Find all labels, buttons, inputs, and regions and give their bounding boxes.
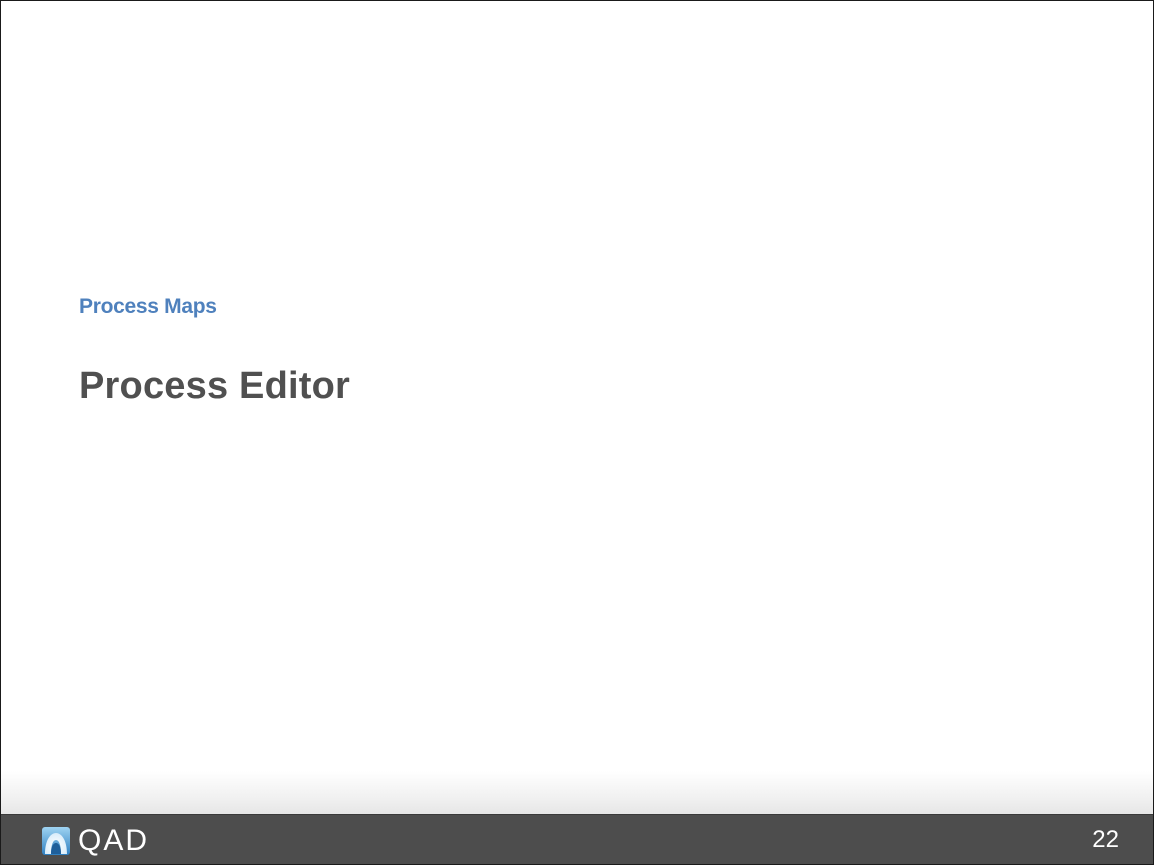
page-number: 22 xyxy=(1092,826,1119,853)
slide-title: Process Editor xyxy=(79,365,351,407)
qad-logo-icon xyxy=(42,827,70,855)
footer-gradient xyxy=(1,771,1153,815)
footer-bar: QAD 22 xyxy=(1,814,1153,864)
section-label: Process Maps xyxy=(79,295,217,318)
slide: Process Maps Process Editor QAD 22 xyxy=(0,0,1154,865)
qad-logo: QAD xyxy=(42,824,150,857)
logo-text: QAD xyxy=(78,824,150,857)
